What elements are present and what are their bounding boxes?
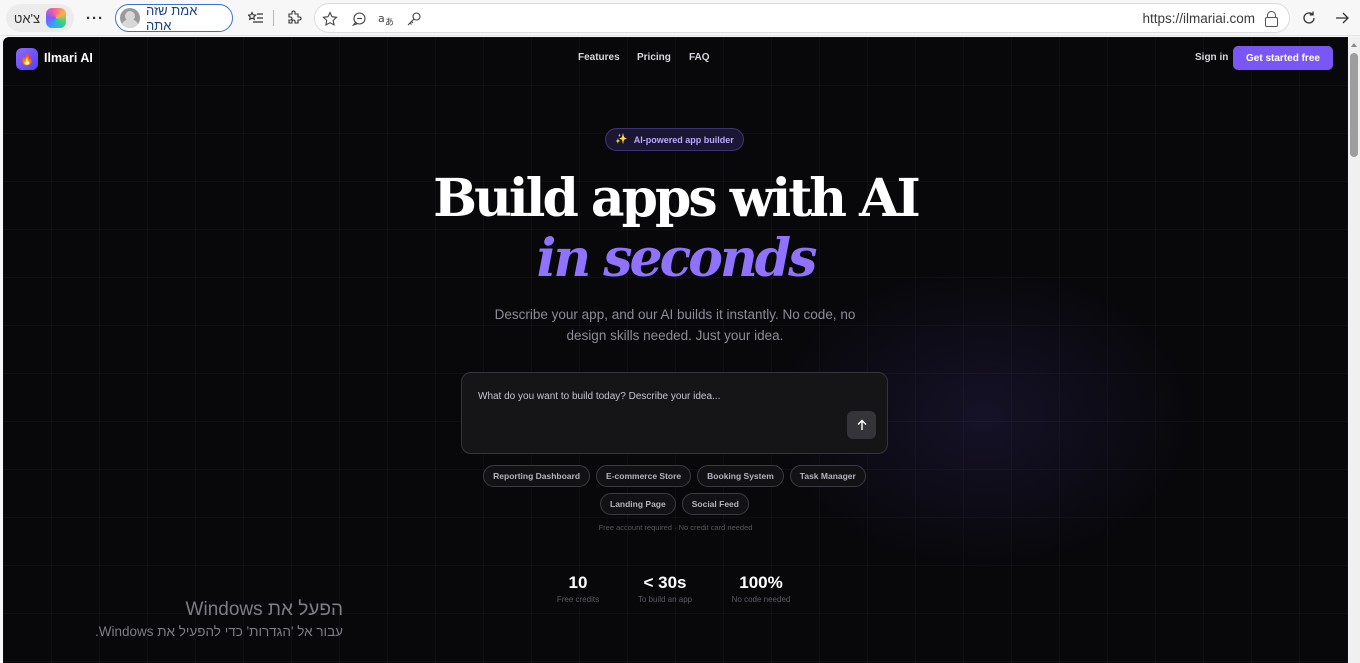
lock-icon[interactable] — [1265, 11, 1279, 27]
key-icon[interactable] — [405, 10, 423, 28]
windows-activation-subtitle: עבור אל 'הגדרות' כדי להפעיל את Windows. — [94, 624, 343, 639]
suggestion-chips: Reporting Dashboard E-commerce Store Boo… — [461, 465, 888, 515]
star-icon[interactable] — [321, 10, 339, 28]
arrow-up-icon — [857, 419, 866, 430]
extensions-icon[interactable] — [281, 4, 307, 32]
translate-icon[interactable]: aあ — [378, 10, 396, 28]
stat-value: < 30s — [643, 573, 687, 592]
chip-reporting-dashboard[interactable]: Reporting Dashboard — [483, 465, 591, 487]
copilot-chat-button[interactable]: צ'אט — [6, 4, 74, 32]
nav-faq[interactable]: FAQ — [689, 52, 710, 63]
windows-activation-title: הפעל את Windows — [185, 599, 343, 620]
send-button[interactable] — [847, 411, 876, 439]
profile-label: אמת שזה אתה — [146, 3, 198, 33]
reload-icon[interactable] — [1297, 4, 1321, 32]
chat-bubble-icon[interactable] — [350, 10, 368, 28]
chip-landing-page[interactable]: Landing Page — [600, 493, 676, 515]
brand-logo-icon[interactable]: 🔥 — [16, 48, 38, 70]
stat-label: No code needed — [731, 595, 791, 604]
page-scrollbar[interactable] — [1348, 37, 1360, 663]
avatar — [120, 8, 140, 28]
sign-in-link[interactable]: Sign in — [1195, 52, 1228, 63]
svg-text:あ: あ — [385, 17, 394, 27]
hero-badge: ✨ AI-powered app builder — [605, 128, 744, 151]
url-text[interactable]: https://ilmariai.com — [1142, 11, 1255, 26]
fine-print: Free account required · No credit card n… — [598, 523, 753, 532]
chip-social-feed[interactable]: Social Feed — [681, 493, 749, 515]
stat-label: To build an app — [637, 595, 693, 604]
copilot-icon — [46, 8, 67, 28]
chip-task-manager[interactable]: Task Manager — [789, 465, 866, 487]
forward-icon[interactable] — [1330, 4, 1354, 32]
address-bar[interactable]: aあ https://ilmariai.com — [314, 3, 1290, 33]
site-navbar: 🔥 Ilmari AI Features Pricing FAQ Sign in… — [3, 37, 1348, 79]
svg-text:a: a — [378, 12, 385, 25]
prompt-input[interactable] — [478, 391, 838, 402]
profile-button[interactable]: אמת שזה אתה — [115, 3, 233, 33]
stat-build-time: < 30s To build an app — [620, 573, 710, 604]
get-started-button[interactable]: Get started free — [1233, 46, 1333, 70]
nav-pricing[interactable]: Pricing — [637, 52, 671, 63]
copilot-chat-label: צ'אט — [13, 10, 41, 26]
nav-features[interactable]: Features — [578, 52, 620, 63]
stat-free-credits: 10 Free credits — [533, 573, 623, 604]
chip-ecommerce-store[interactable]: E-commerce Store — [596, 465, 692, 487]
scroll-thumb[interactable] — [1350, 53, 1358, 157]
brand-name[interactable]: Ilmari AI — [44, 51, 93, 65]
favorites-icon[interactable] — [243, 4, 269, 32]
stat-value: 100% — [739, 573, 783, 592]
prompt-box[interactable] — [461, 372, 888, 454]
hero-title: Build apps with AI — [433, 168, 921, 229]
hero-subtitle: Describe your app, and our AI builds it … — [494, 307, 856, 343]
hero-title-accent: in seconds — [536, 228, 818, 289]
scroll-up-icon[interactable] — [1351, 43, 1357, 47]
stat-no-code: 100% No code needed — [716, 573, 806, 604]
hero-badge-label: AI-powered app builder — [633, 134, 734, 145]
sparkle-icon: ✨ — [615, 134, 628, 145]
stat-value: 10 — [568, 573, 588, 592]
browser-toolbar: צ'אט ··· אמת שזה אתה aあ https://ilmariai… — [0, 0, 1360, 36]
stat-label: Free credits — [556, 595, 600, 604]
chip-booking-system[interactable]: Booking System — [697, 465, 784, 487]
toolbar-divider — [273, 10, 274, 26]
more-options-button[interactable]: ··· — [82, 4, 108, 32]
page-viewport: 🔥 Ilmari AI Features Pricing FAQ Sign in… — [3, 37, 1348, 663]
